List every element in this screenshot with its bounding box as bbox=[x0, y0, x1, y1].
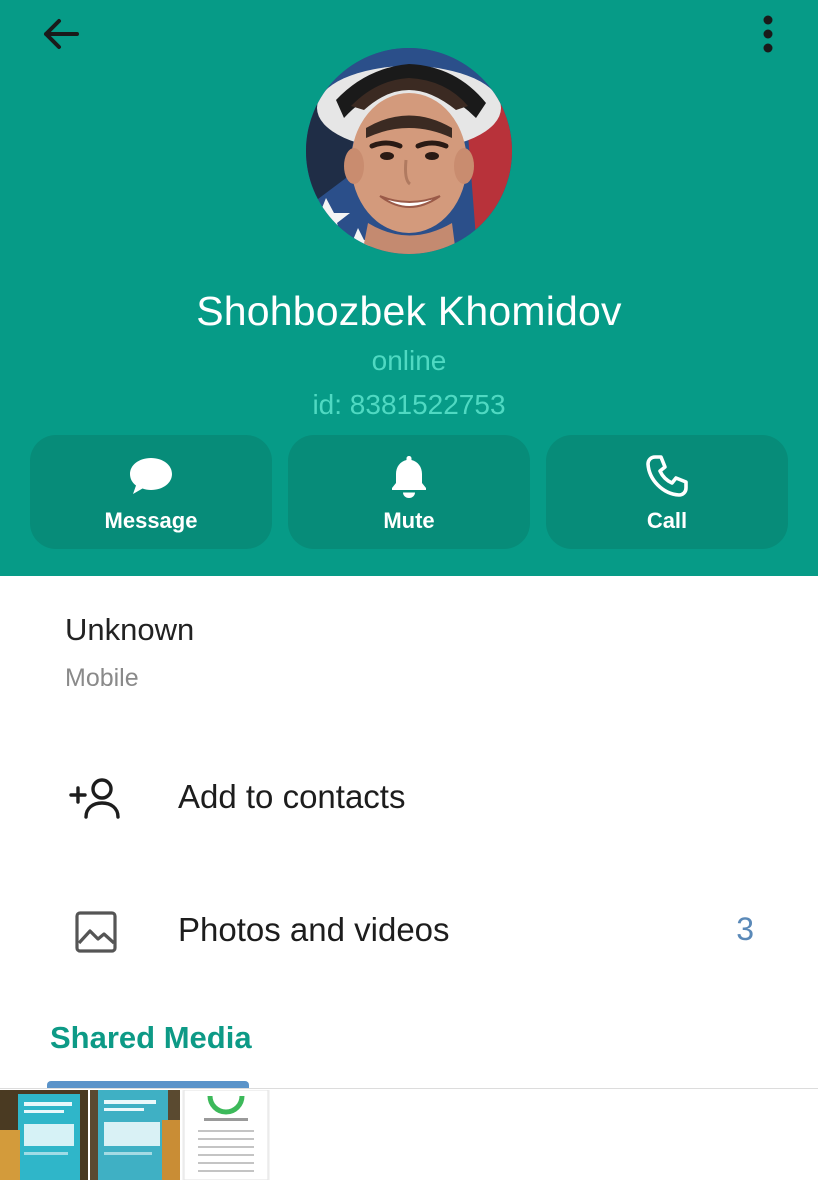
phone-icon bbox=[646, 455, 688, 497]
photos-and-videos-label: Photos and videos bbox=[178, 911, 450, 948]
back-button[interactable] bbox=[36, 12, 84, 56]
call-button[interactable]: Call bbox=[546, 435, 788, 549]
phone-number-type: Mobile bbox=[65, 664, 139, 692]
avatar-photo bbox=[306, 48, 512, 254]
photos-and-videos-count: 3 bbox=[736, 911, 754, 947]
image-icon bbox=[75, 911, 117, 953]
phone-number-title[interactable]: Unknown bbox=[65, 612, 194, 648]
shared-media-tab[interactable]: Shared Media bbox=[50, 1020, 252, 1056]
online-status: online bbox=[371, 345, 447, 376]
add-to-contacts-label: Add to contacts bbox=[178, 778, 406, 815]
profile-name: Shohbozbek Khomidov bbox=[196, 288, 622, 334]
media-thumbnail[interactable] bbox=[90, 1090, 180, 1180]
add-to-contacts-row[interactable]: Add to contacts bbox=[0, 748, 818, 848]
profile-header: Shohbozbek Khomidov online id: 838152275… bbox=[0, 0, 818, 576]
media-thumbnail[interactable] bbox=[0, 1090, 88, 1180]
mute-button[interactable]: Mute bbox=[288, 435, 530, 549]
add-person-icon bbox=[69, 778, 120, 819]
more-vertical-icon bbox=[763, 15, 773, 53]
mute-label: Mute bbox=[383, 508, 435, 533]
bell-icon bbox=[392, 456, 426, 498]
tab-indicator bbox=[47, 1081, 249, 1088]
chat-bubble-icon bbox=[130, 458, 172, 494]
message-label: Message bbox=[104, 508, 198, 533]
user-id[interactable]: id: 8381522753 bbox=[0, 389, 818, 421]
divider bbox=[0, 1088, 818, 1089]
arrow-left-icon bbox=[44, 19, 79, 49]
more-options-button[interactable] bbox=[748, 10, 788, 58]
photos-and-videos-row[interactable]: Photos and videos 3 bbox=[0, 881, 818, 981]
call-label: Call bbox=[646, 508, 688, 533]
message-button[interactable]: Message bbox=[30, 435, 272, 549]
media-thumbnail[interactable] bbox=[182, 1090, 270, 1180]
avatar[interactable] bbox=[306, 48, 512, 254]
